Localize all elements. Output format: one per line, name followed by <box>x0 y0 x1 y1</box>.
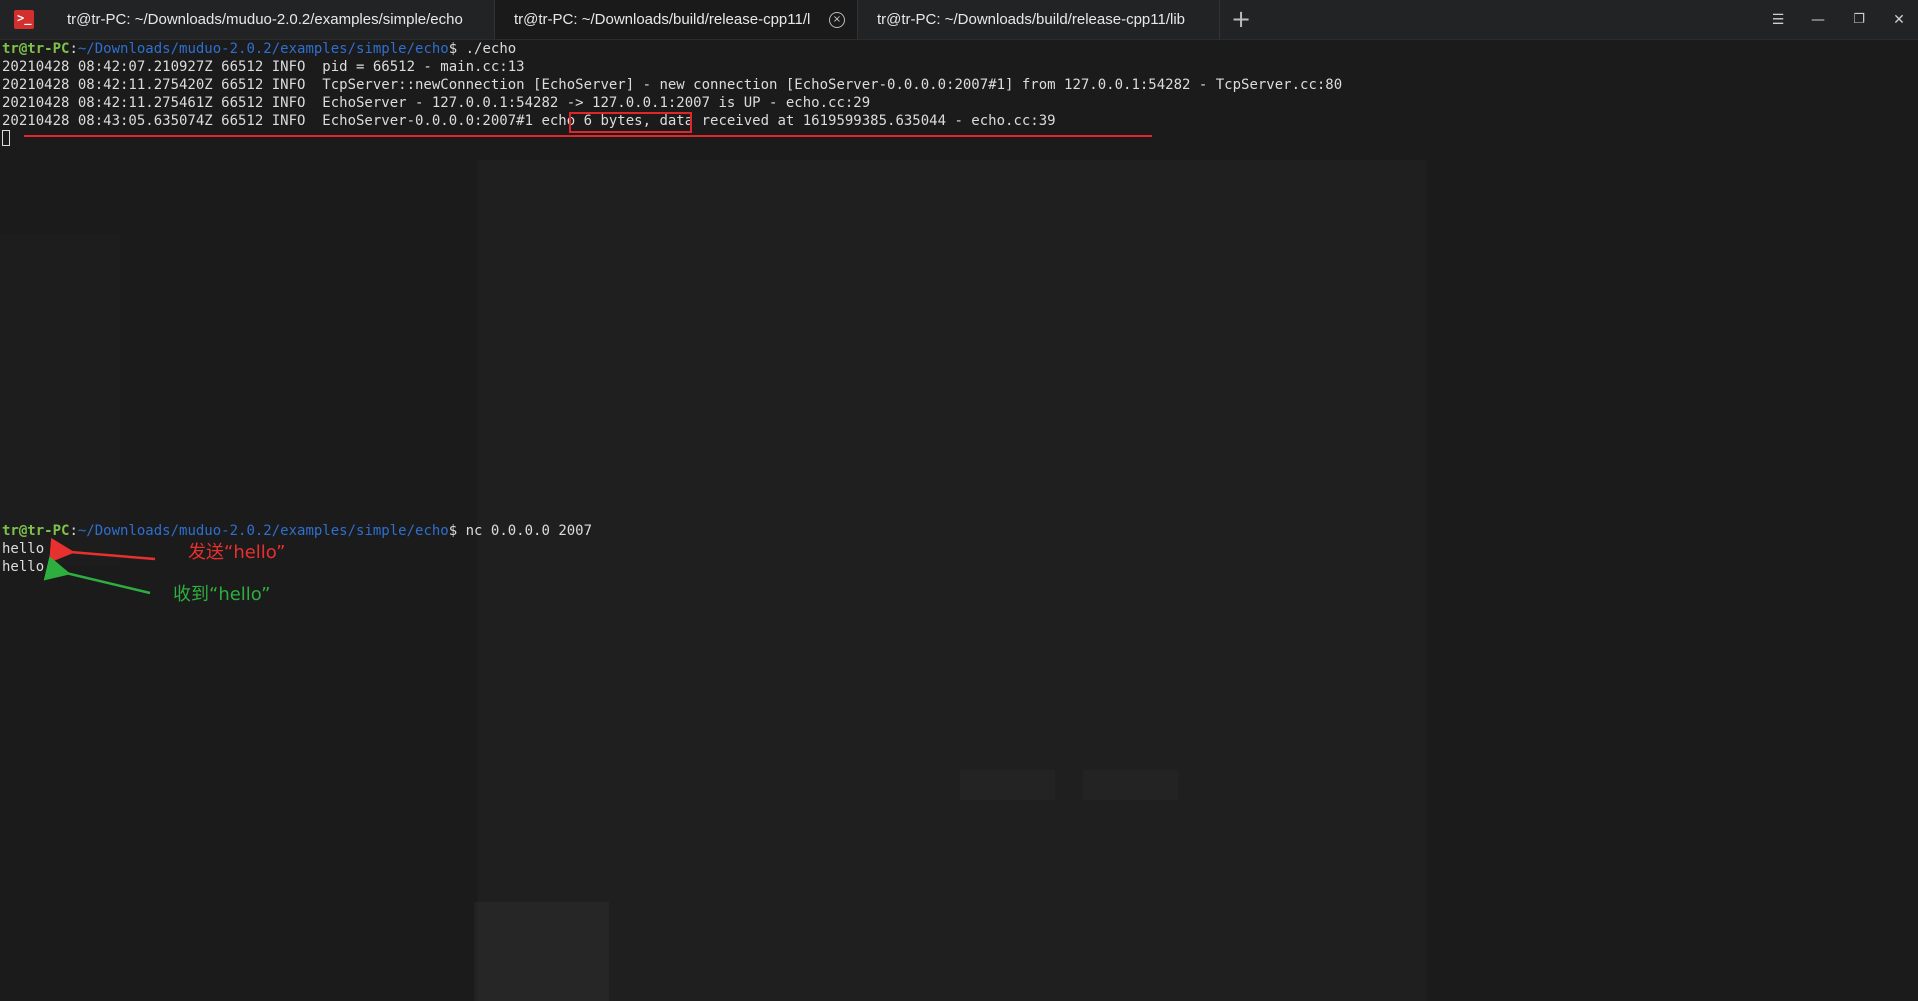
minimize-icon[interactable]: — <box>1806 8 1830 32</box>
terminal-app-icon-glyph: >_ <box>17 11 32 25</box>
annotation-arrows <box>43 537 156 595</box>
red-arrow <box>49 537 156 563</box>
terminal-app-icon[interactable]: >_ <box>14 10 34 29</box>
annotation-sent: 发送“hello” <box>188 542 286 563</box>
new-tab-button[interactable]: + <box>1231 4 1251 34</box>
tab-echo[interactable]: tr@tr-PC: ~/Downloads/muduo-2.0.2/exampl… <box>48 0 495 39</box>
menu-icon[interactable]: ☰ <box>1766 8 1790 32</box>
maximize-icon[interactable]: ❐ <box>1847 8 1871 32</box>
tab-bar: >_ tr@tr-PC: ~/Downloads/muduo-2.0.2/exa… <box>0 0 1918 40</box>
annotation-received: 收到“hello” <box>173 584 271 605</box>
tab-release-lib[interactable]: tr@tr-PC: ~/Downloads/build/release-cpp1… <box>858 0 1220 39</box>
terminal-area[interactable]: tr@tr-PC:~/Downloads/muduo-2.0.2/example… <box>0 40 1918 1001</box>
green-arrow <box>43 556 151 595</box>
tab-release-lib-active[interactable]: tr@tr-PC: ~/Downloads/build/release-cpp1… <box>495 0 858 39</box>
close-window-icon[interactable]: ✕ <box>1887 8 1911 32</box>
tab-close-icon[interactable]: × <box>829 12 845 28</box>
